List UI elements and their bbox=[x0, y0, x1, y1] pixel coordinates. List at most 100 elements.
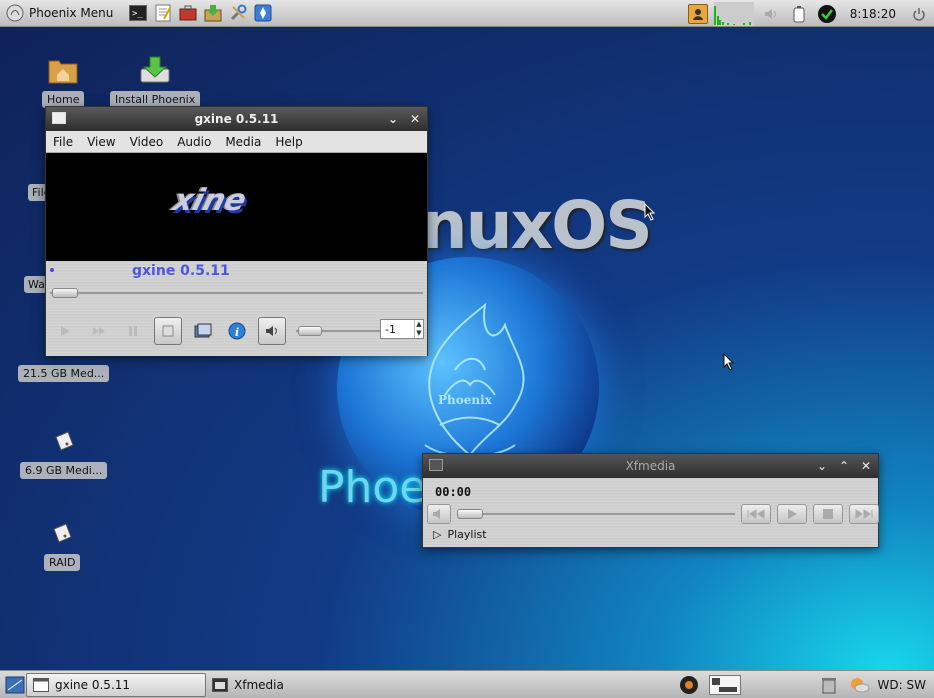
drive-icon bbox=[47, 424, 81, 458]
xfmedia-window: Xfmedia ⌄ ⌃ ✕ 00:00 ▷ Playlist bbox=[422, 453, 879, 548]
phoenix-logo-icon bbox=[6, 4, 24, 22]
seek-slider-thumb[interactable] bbox=[52, 288, 78, 298]
pause-button[interactable] bbox=[120, 318, 146, 344]
close-button[interactable]: ✕ bbox=[409, 112, 421, 126]
gxine-window: gxine 0.5.11 ⌄ ✕ File View Video Audio M… bbox=[45, 106, 428, 356]
clock[interactable]: 8:18:20 bbox=[850, 7, 896, 21]
menu-file[interactable]: File bbox=[46, 135, 80, 149]
logout-icon[interactable] bbox=[908, 3, 930, 25]
desktop-icon-label: 6.9 GB Medi... bbox=[20, 462, 108, 479]
close-button[interactable]: ✕ bbox=[860, 459, 872, 473]
desktop-icon-raid[interactable]: RAID bbox=[44, 516, 81, 571]
desktop-icon-label: 21.5 GB Med... bbox=[18, 365, 110, 382]
stop-button[interactable] bbox=[154, 317, 182, 345]
bottom-tray: WD: SW bbox=[678, 671, 934, 698]
workspace-label[interactable]: WD: SW bbox=[878, 678, 926, 692]
menu-video[interactable]: Video bbox=[123, 135, 171, 149]
desktop-icon-install-phoenix[interactable]: Install Phoenix bbox=[110, 53, 201, 108]
menu-view[interactable]: View bbox=[80, 135, 122, 149]
xfmedia-window-title: Xfmedia bbox=[625, 459, 676, 473]
spin-up-icon[interactable]: ▲ bbox=[415, 320, 423, 329]
drive-icon bbox=[45, 516, 79, 550]
svg-text:i: i bbox=[235, 326, 239, 339]
volume-icon[interactable] bbox=[760, 3, 782, 25]
xine-logo: xine bbox=[169, 183, 251, 218]
gxine-menubar: File View Video Audio Media Help bbox=[46, 131, 427, 153]
wallpaper-phoenix-text: Phoe bbox=[318, 462, 427, 513]
volume-slider-thumb[interactable] bbox=[298, 326, 322, 336]
stop-button[interactable] bbox=[813, 504, 843, 524]
xfmedia-seek-thumb[interactable] bbox=[457, 509, 483, 519]
file-manager-icon[interactable] bbox=[252, 2, 274, 24]
window-icon bbox=[212, 677, 228, 692]
minimize-button[interactable]: ⌄ bbox=[387, 112, 399, 126]
task-label: Xfmedia bbox=[234, 677, 284, 692]
show-desktop-icon[interactable] bbox=[4, 674, 26, 696]
desktop-icon-home[interactable]: Home bbox=[42, 53, 85, 108]
task-xfmedia[interactable]: Xfmedia bbox=[206, 673, 290, 697]
task-gxine[interactable]: gxine 0.5.11 bbox=[26, 672, 206, 697]
launcher-bar: >_ bbox=[127, 2, 274, 24]
battery-icon[interactable] bbox=[788, 3, 810, 25]
phoenix-menu-label: Phoenix Menu bbox=[29, 6, 114, 20]
playback-controls: i -1 ▲ ▼ bbox=[46, 306, 427, 356]
task-label: gxine 0.5.11 bbox=[55, 677, 131, 692]
gxine-titlebar[interactable]: gxine 0.5.11 ⌄ ✕ bbox=[46, 107, 427, 131]
audio-channel-spinbox[interactable]: -1 ▲ ▼ bbox=[380, 319, 424, 339]
phoenix-menu-button[interactable]: Phoenix Menu bbox=[0, 0, 121, 27]
settings-icon[interactable] bbox=[227, 2, 249, 24]
update-status-icon[interactable] bbox=[816, 3, 838, 25]
weather-icon[interactable] bbox=[848, 674, 870, 696]
next-button[interactable] bbox=[849, 504, 879, 524]
wallpaper-emblem-text: Phoenix bbox=[438, 393, 492, 407]
workspace-switcher[interactable] bbox=[708, 674, 742, 696]
desktop-icon-media-6gb[interactable]: 6.9 GB Medi... bbox=[20, 424, 108, 479]
trash-icon[interactable] bbox=[818, 674, 840, 696]
volume-slider[interactable] bbox=[296, 326, 384, 336]
previous-button[interactable] bbox=[741, 504, 771, 524]
info-icon[interactable]: i bbox=[224, 318, 250, 344]
video-area[interactable]: xine bbox=[46, 153, 427, 261]
gxine-window-title: gxine 0.5.11 bbox=[194, 112, 279, 126]
cpu-graph-icon bbox=[713, 1, 754, 26]
user-switch-icon[interactable] bbox=[687, 3, 708, 24]
snapshot-icon[interactable] bbox=[190, 318, 216, 344]
bottom-panel: gxine 0.5.11 Xfmedia WD: SW bbox=[0, 670, 934, 698]
package-installer-icon[interactable] bbox=[202, 2, 224, 24]
toolbox-icon[interactable] bbox=[177, 2, 199, 24]
window-icon bbox=[33, 677, 49, 692]
play-button[interactable] bbox=[777, 504, 807, 524]
svg-text:>_: >_ bbox=[132, 9, 143, 19]
minimize-button[interactable]: ⌄ bbox=[816, 459, 828, 473]
maximize-button[interactable]: ⌃ bbox=[838, 459, 850, 473]
media-player-icon[interactable] bbox=[678, 674, 700, 696]
expander-arrow-icon: ▷ bbox=[433, 528, 442, 541]
system-tray: 8:18:20 bbox=[687, 0, 934, 27]
xfmedia-volume-button[interactable] bbox=[427, 504, 451, 524]
fast-forward-button[interactable] bbox=[86, 318, 112, 344]
spin-down-icon[interactable]: ▼ bbox=[415, 329, 423, 338]
menu-help[interactable]: Help bbox=[268, 135, 309, 149]
top-panel: Phoenix Menu >_ 8:18:20 bbox=[0, 0, 934, 27]
xfmedia-titlebar[interactable]: Xfmedia ⌄ ⌃ ✕ bbox=[423, 454, 878, 478]
xfmedia-seek-slider[interactable] bbox=[457, 509, 735, 519]
menu-media[interactable]: Media bbox=[218, 135, 268, 149]
playlist-expander[interactable]: ▷ Playlist bbox=[433, 528, 487, 541]
menu-audio[interactable]: Audio bbox=[170, 135, 218, 149]
text-editor-icon[interactable] bbox=[152, 2, 174, 24]
mute-button[interactable] bbox=[258, 317, 286, 345]
now-playing-title: gxine 0.5.11 bbox=[132, 263, 230, 279]
desktop-icon-label: RAID bbox=[44, 554, 81, 571]
playback-time: 00:00 bbox=[435, 485, 472, 499]
mouse-cursor-icon bbox=[644, 203, 656, 221]
terminal-icon[interactable]: >_ bbox=[127, 2, 149, 24]
install-download-icon bbox=[138, 53, 172, 87]
xfmedia-body: 00:00 ▷ Playlist bbox=[423, 478, 879, 547]
playlist-label: Playlist bbox=[447, 528, 487, 541]
spinbox-value: -1 bbox=[385, 322, 396, 336]
play-button[interactable] bbox=[52, 318, 78, 344]
wallpaper-brand-text: inuxOS bbox=[400, 187, 653, 264]
info-strip: gxine 0.5.11 bbox=[46, 261, 427, 306]
seek-slider[interactable] bbox=[50, 288, 423, 298]
status-dot bbox=[50, 268, 54, 272]
